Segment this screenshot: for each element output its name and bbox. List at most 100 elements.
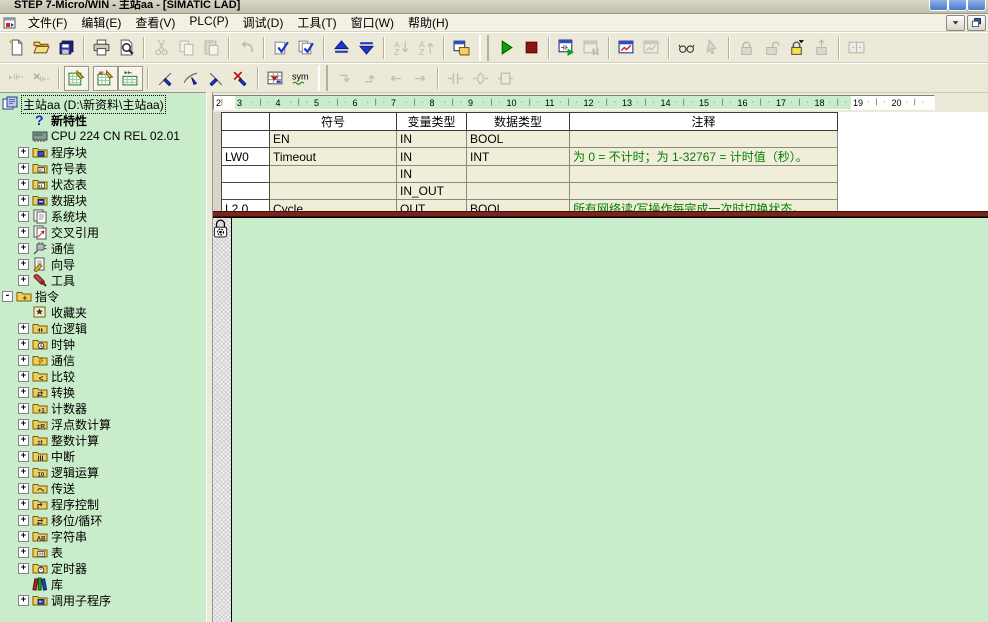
menu-item-3[interactable]: PLC(P) [182,13,235,32]
delete-horizontal-line-button[interactable] [228,66,253,91]
tree-item-label[interactable]: 中断 [51,448,75,465]
vtype-cell[interactable]: IN [397,131,467,148]
expand-plus-box[interactable]: + [18,259,29,270]
tree-item[interactable]: +工具 [0,272,206,288]
tree-item[interactable]: +±R浮点数计算 [0,416,206,432]
toggle-symbol-addressing-button[interactable] [118,66,143,91]
instruction-browser-button[interactable] [449,35,474,60]
expand-plus-box[interactable]: + [18,371,29,382]
tree-item-label[interactable]: 符号表 [51,160,87,177]
expand-plus-box[interactable]: + [18,483,29,494]
tree-item-label[interactable]: 字符串 [51,528,87,545]
run-button[interactable] [494,35,519,60]
stop-button[interactable] [519,35,544,60]
tree-item-label[interactable]: 程序块 [51,144,87,161]
tree-item[interactable]: 收藏夹 [0,304,206,320]
menu-item-6[interactable]: 窗口(W) [344,13,401,32]
tree-item-label[interactable]: 新特性 [51,112,87,129]
tree-item[interactable]: +10逻辑运算 [0,464,206,480]
tree-item[interactable]: 库 [0,576,206,592]
tree-item[interactable]: +通信 [0,352,206,368]
maximize-button[interactable] [948,0,967,11]
tree-item[interactable]: + 状态表 [0,176,206,192]
symbol-cell[interactable]: EN [270,131,397,148]
tree-item-label[interactable]: 逻辑运算 [51,464,99,481]
menu-item-7[interactable]: 帮助(H) [401,13,456,32]
expand-plus-box[interactable]: + [18,499,29,510]
tree-item-label[interactable]: 系统块 [51,208,87,225]
tree-item-label[interactable]: 数据块 [51,192,87,209]
tree-item[interactable]: ?新特性 [0,112,206,128]
insert-horizontal-line-button[interactable] [178,66,203,91]
comment-cell[interactable] [570,183,838,200]
tree-item[interactable]: +符号表 [0,160,206,176]
expand-plus-box[interactable]: + [18,275,29,286]
tree-item-label[interactable]: 库 [51,576,63,593]
vtype-cell[interactable]: IN [397,166,467,183]
expand-plus-box[interactable]: + [18,563,29,574]
addr-cell[interactable]: L2.0 [222,200,270,212]
expand-plus-box[interactable]: + [18,531,29,542]
tree-item[interactable]: +<比较 [0,368,206,384]
menu-item-4[interactable]: 调试(D) [236,13,291,32]
tree-item-label[interactable]: 指令 [35,288,59,305]
tree-item-label[interactable]: 时钟 [51,336,75,353]
dtype-cell[interactable] [467,183,570,200]
addr-cell[interactable] [222,183,270,200]
tree-item-label[interactable]: 定时器 [51,560,87,577]
dtype-cell[interactable]: INT [467,148,570,166]
expand-plus-box[interactable]: + [18,451,29,462]
expand-plus-box[interactable]: + [18,419,29,430]
symbol-cell[interactable] [270,183,397,200]
expand-plus-box[interactable]: + [18,211,29,222]
expand-plus-box[interactable]: + [18,339,29,350]
new-file-button[interactable] [4,35,29,60]
tree-item[interactable]: + 程序控制 [0,496,206,512]
menu-item-1[interactable]: 编辑(E) [74,13,128,32]
tree-item-label[interactable]: 传送 [51,480,75,497]
expand-plus-box[interactable]: + [18,595,29,606]
dtype-cell[interactable]: BOOL [467,131,570,148]
tree-item[interactable]: CPU 224 CN REL 02.01 [0,128,206,144]
addr-cell[interactable] [222,131,270,148]
tree-item-label[interactable]: 收藏夹 [51,304,87,321]
symbol-cell[interactable]: Cycle [270,200,397,212]
expand-plus-box[interactable]: + [18,435,29,446]
toggle-symbolic-view-button[interactable] [64,66,89,91]
password-lock-button[interactable] [784,35,809,60]
tree-item[interactable]: + 中断 [0,448,206,464]
tree-item[interactable]: + 系统块 [0,208,206,224]
menu-item-0[interactable]: 文件(F) [21,13,74,32]
expand-plus-box[interactable]: + [18,403,29,414]
upload-button[interactable] [329,35,354,60]
expand-plus-box[interactable]: + [18,243,29,254]
vtype-cell[interactable]: IN_OUT [397,183,467,200]
save-all-button[interactable] [54,35,79,60]
tree-item-label[interactable]: 转换 [51,384,75,401]
read-all-button[interactable] [674,35,699,60]
expand-plus-box[interactable]: + [18,195,29,206]
tree-item-label[interactable]: 通信 [51,352,75,369]
expand-plus-box[interactable]: + [18,387,29,398]
tree-item-label[interactable]: CPU 224 CN REL 02.01 [51,129,180,143]
tree-item-label[interactable]: 状态表 [51,176,87,193]
expand-plus-box[interactable]: + [18,467,29,478]
tree-item[interactable]: +移位/循环 [0,512,206,528]
expand-plus-box[interactable]: + [18,323,29,334]
tree-item-label[interactable]: 比较 [51,368,75,385]
vtype-cell[interactable]: IN [397,148,467,166]
minimize-button[interactable] [929,0,948,11]
tree-item[interactable]: + 定时器 [0,560,206,576]
tree-item-label[interactable]: 程序控制 [51,496,99,513]
insert-vertical-line-button[interactable] [153,66,178,91]
chart-status-button[interactable] [614,35,639,60]
tree-item-label[interactable]: 通信 [51,240,75,257]
download-button[interactable] [354,35,379,60]
expand-plus-box[interactable]: + [18,179,29,190]
tree-item-label[interactable]: 表 [51,544,63,561]
addr-cell[interactable] [222,166,270,183]
print-button[interactable] [89,35,114,60]
mdi-restore-button[interactable] [967,15,986,31]
close-button[interactable] [967,0,986,11]
tree-item[interactable]: +向导 [0,256,206,272]
